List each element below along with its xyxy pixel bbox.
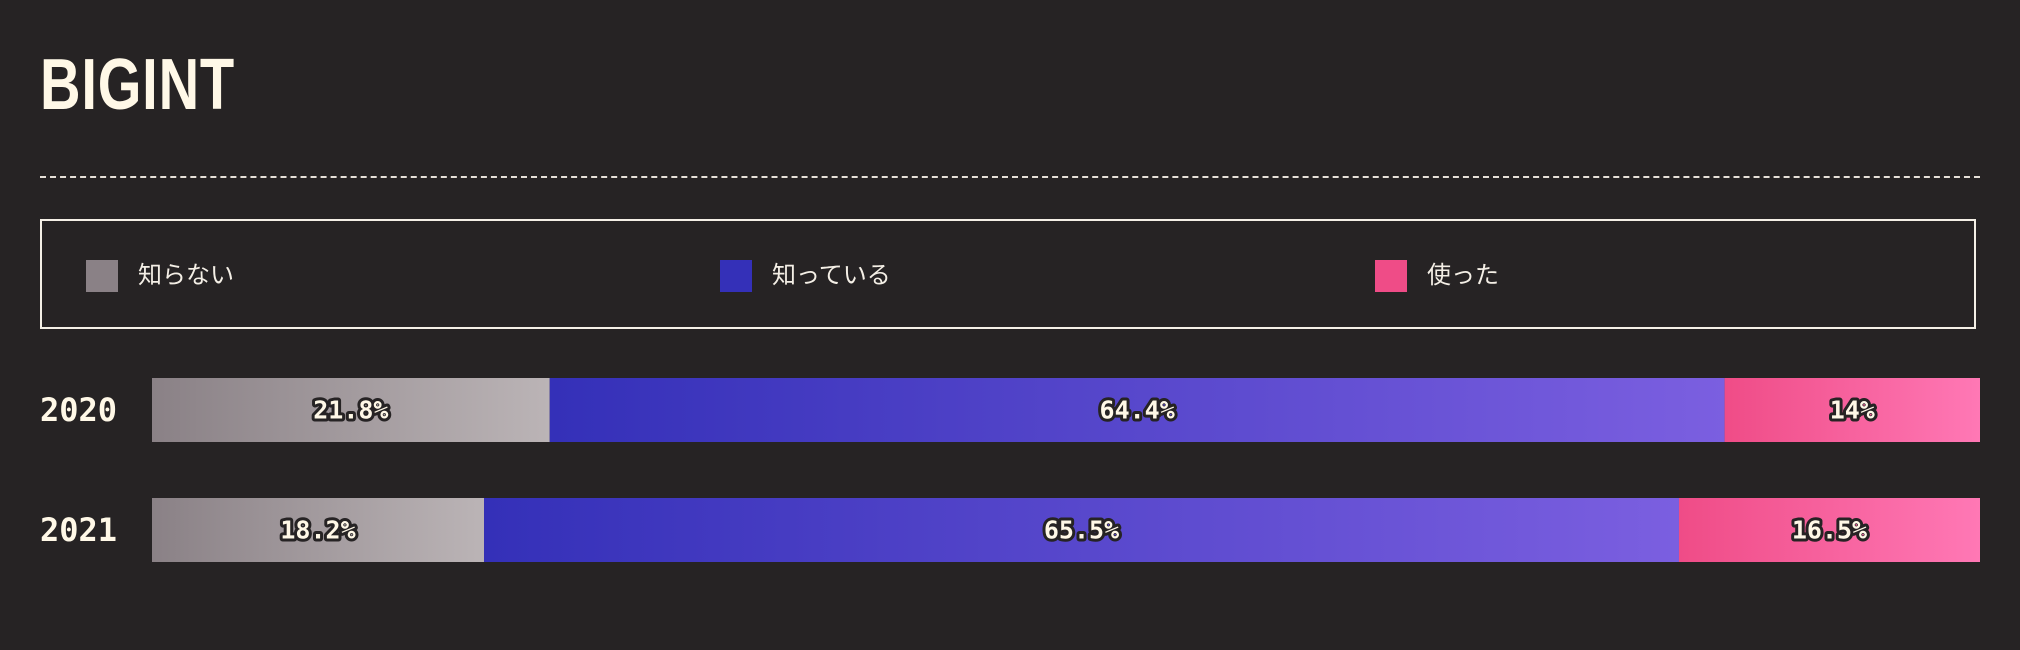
- data-label-2021-known: 65.5%: [1044, 516, 1119, 545]
- data-label-2020-known: 64.4%: [1100, 396, 1175, 425]
- category-label-2021: 2021: [40, 511, 117, 549]
- data-label-2021-unknown: 18.2%: [280, 516, 355, 545]
- data-label-2021-used: 16.5%: [1792, 516, 1867, 545]
- data-label-2020-used: 14%: [1830, 396, 1875, 425]
- data-label-2020-unknown: 21.8%: [313, 396, 388, 425]
- category-label-2020: 2020: [40, 391, 117, 429]
- stacked-bar-chart: 2020 21.8% 64.4% 14% 2021 18.2% 65.5% 16.5%: [40, 378, 1980, 562]
